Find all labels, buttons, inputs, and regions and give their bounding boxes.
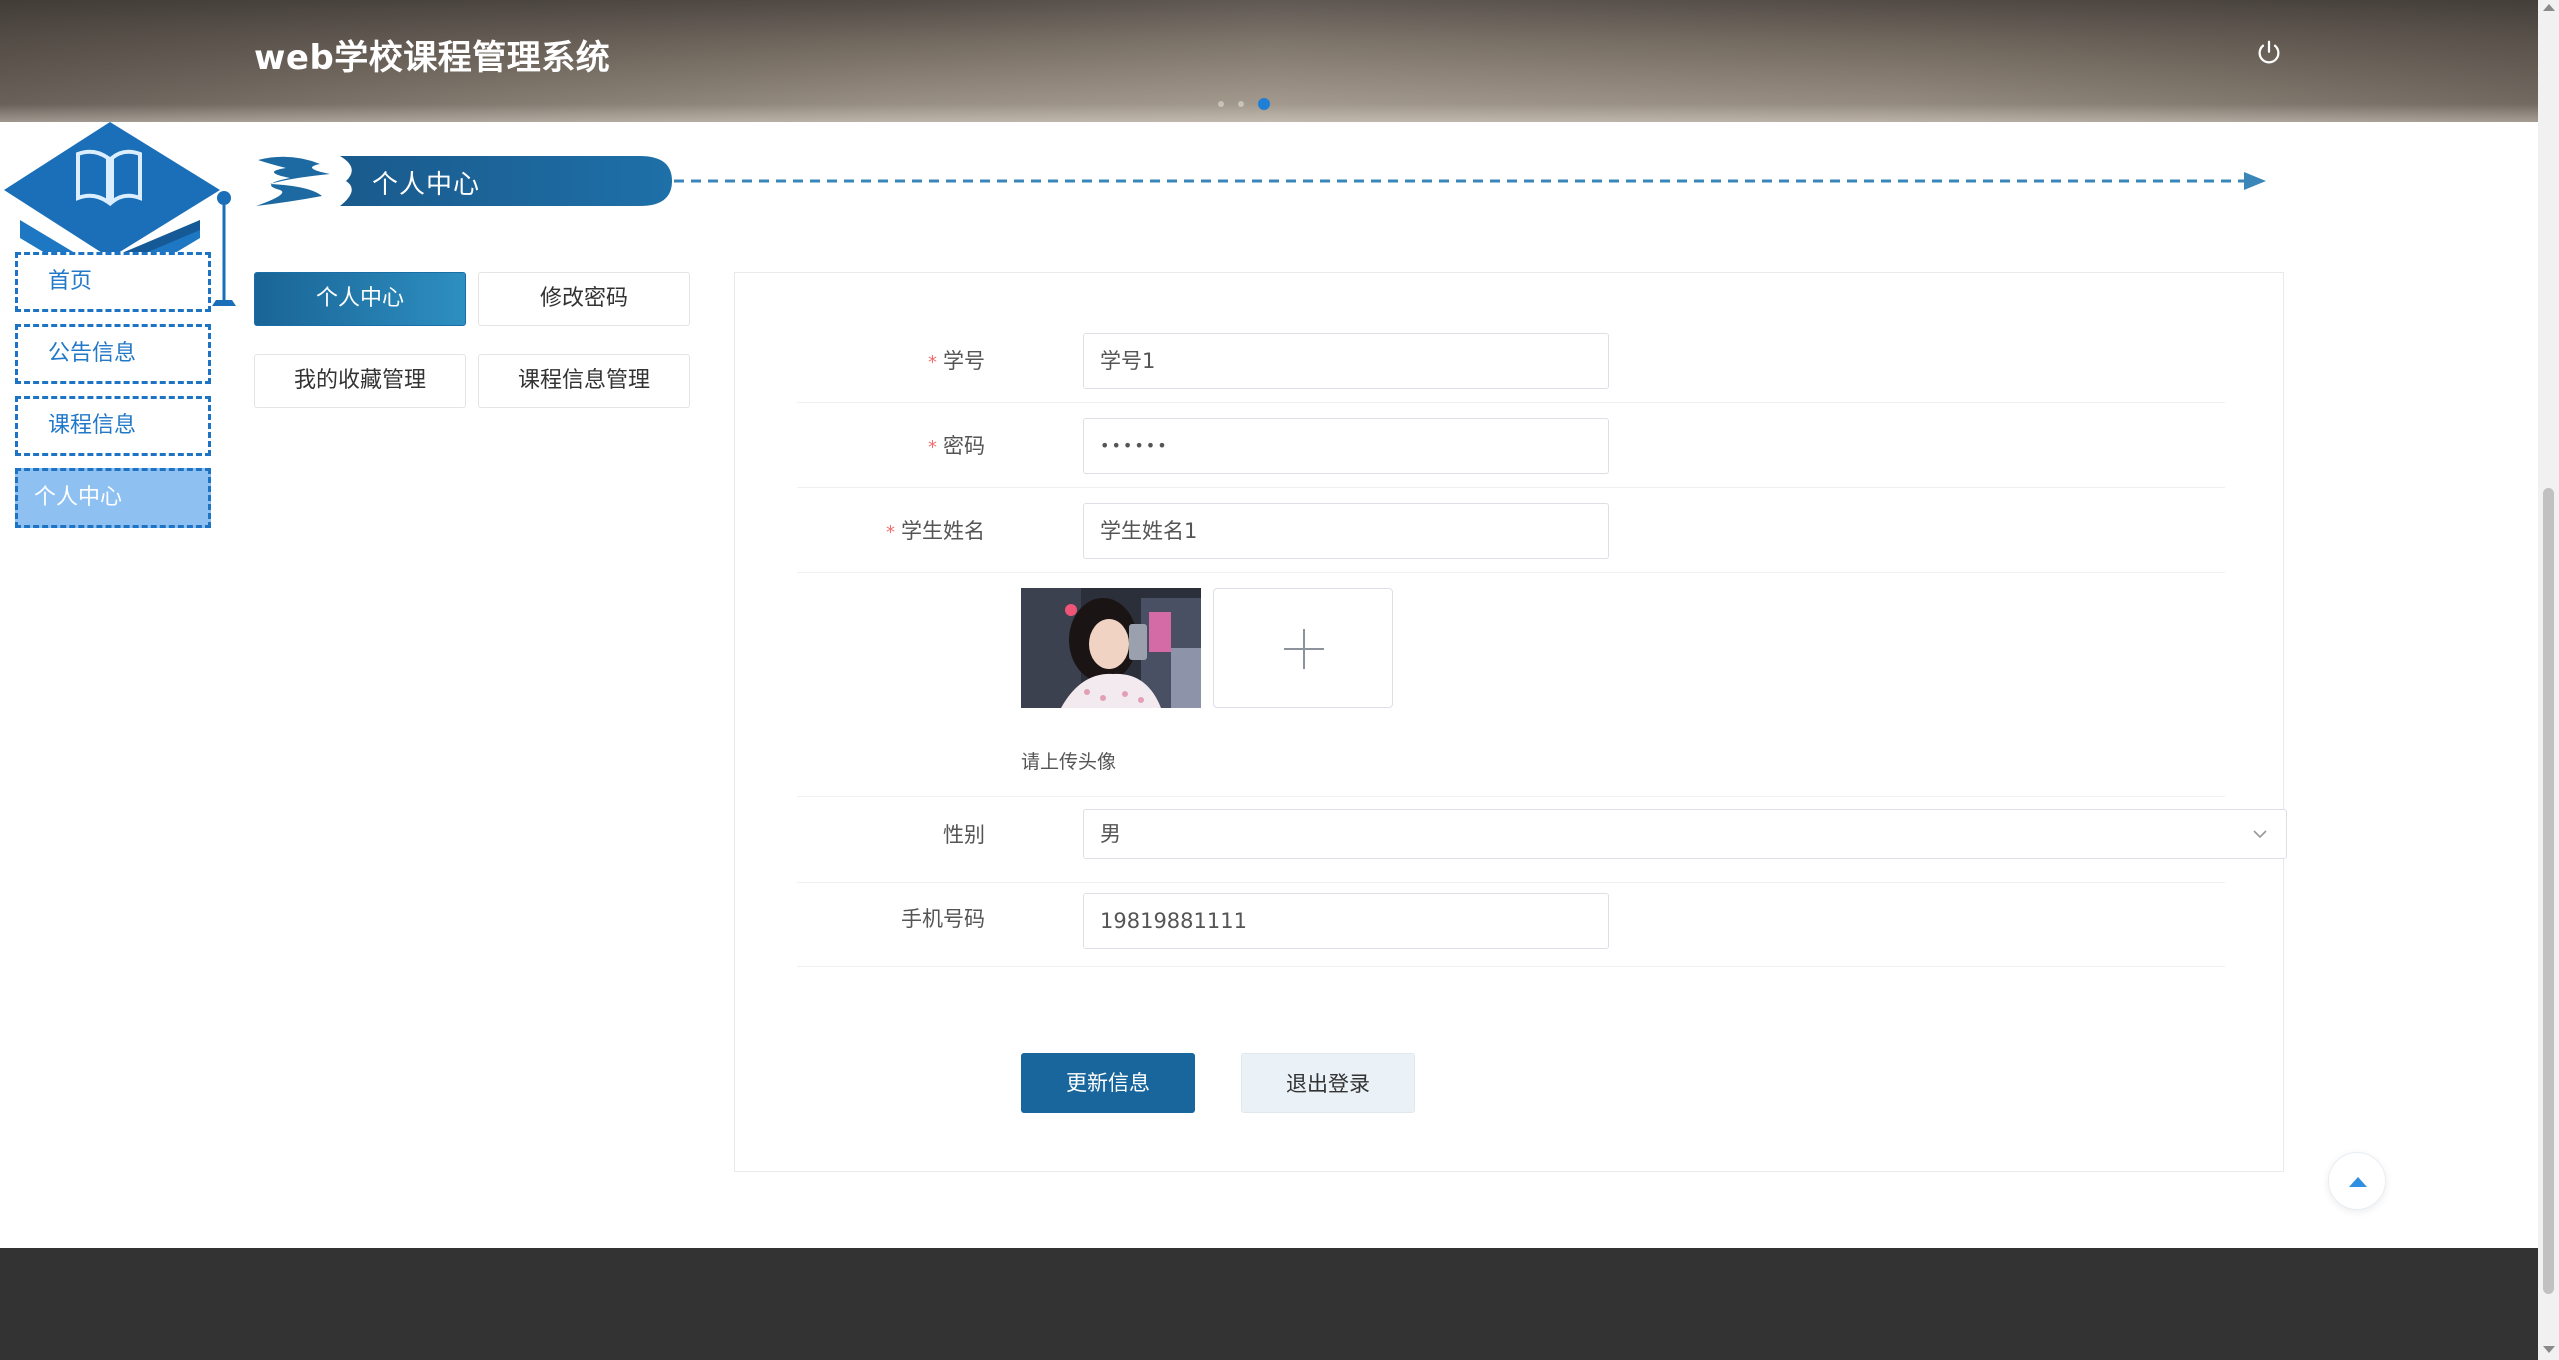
page-scrollbar[interactable] — [2538, 0, 2559, 1360]
phone-label: 手机号码 — [901, 907, 985, 931]
scroll-up-arrow-icon[interactable] — [2543, 4, 2555, 11]
student-id-label: * 学号 — [928, 349, 985, 373]
carousel-dot[interactable] — [1218, 101, 1224, 107]
gender-select-value: 男 — [1100, 822, 1121, 846]
form-row-student-id: * 学号 学号1 — [797, 333, 2225, 403]
student-name-input[interactable]: 学生姓名1 — [1083, 503, 1609, 559]
avatar-image[interactable] — [1021, 588, 1201, 708]
form-row-password: * 密码 •••••• — [797, 418, 2225, 488]
nav-item-courses[interactable]: 课程信息 — [15, 396, 211, 456]
scrollbar-thumb[interactable] — [2543, 488, 2554, 1294]
gender-label: 性别 — [943, 823, 985, 847]
logout-button[interactable]: 退出登录 — [1241, 1053, 1415, 1113]
tab-course-management[interactable]: 课程信息管理 — [478, 354, 690, 408]
page-footer — [0, 1248, 2538, 1360]
tab-personal-center[interactable]: 个人中心 — [254, 272, 466, 326]
avatar-upload-button[interactable] — [1213, 588, 1393, 708]
power-icon[interactable] — [2254, 38, 2284, 68]
nav-item-announcements[interactable]: 公告信息 — [15, 324, 211, 384]
form-row-avatar — [797, 573, 2225, 797]
scroll-down-arrow-icon[interactable] — [2543, 1346, 2555, 1353]
carousel-dot[interactable] — [1238, 101, 1244, 107]
carousel-dot-active[interactable] — [1258, 98, 1270, 110]
section-title: 个人中心 — [372, 170, 481, 200]
password-label: * 密码 — [928, 434, 985, 458]
update-info-button[interactable]: 更新信息 — [1021, 1053, 1195, 1113]
sidebar-nav: 首页 公告信息 课程信息 个人中心 — [15, 252, 211, 540]
app-title: web学校课程管理系统 — [254, 38, 611, 78]
section-title-ribbon — [256, 156, 2266, 206]
nav-item-home[interactable]: 首页 — [15, 252, 211, 312]
caret-up-icon — [2349, 1177, 2367, 1187]
nav-item-personal-center[interactable]: 个人中心 — [15, 468, 211, 528]
gender-select[interactable]: 男 — [1083, 809, 2287, 859]
carousel-indicators — [1218, 98, 1270, 110]
student-name-label: * 学生姓名 — [886, 519, 985, 543]
profile-form-card: *学号 学号1 *密码 •••••• *学生姓名 学生姓名1 头像 — [734, 272, 2287, 1172]
form-row-phone: 手机号码 19819881111 — [797, 893, 2225, 967]
tab-my-favorites[interactable]: 我的收藏管理 — [254, 354, 466, 408]
password-input[interactable]: •••••• — [1083, 418, 1609, 474]
plus-icon — [1284, 629, 1324, 669]
chevron-down-icon — [2253, 830, 2267, 839]
avatar-hint: 请上传头像 — [1021, 751, 1117, 773]
form-row-gender: 性别 男 — [797, 809, 2287, 883]
form-row-student-name: * 学生姓名 学生姓名1 — [797, 503, 2225, 573]
back-to-top-button[interactable] — [2328, 1152, 2386, 1210]
student-id-input[interactable]: 学号1 — [1083, 333, 1609, 389]
tab-change-password[interactable]: 修改密码 — [478, 272, 690, 326]
header-banner: web学校课程管理系统 — [0, 0, 2538, 122]
phone-input[interactable]: 19819881111 — [1083, 893, 1609, 949]
